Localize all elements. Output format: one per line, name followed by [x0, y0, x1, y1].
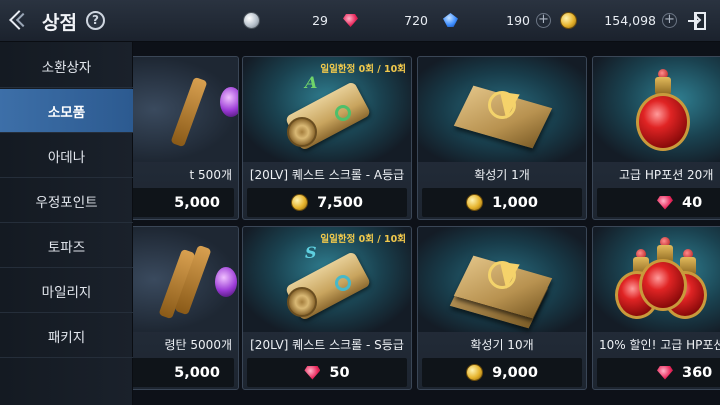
red-gem-icon	[657, 195, 673, 210]
sidebar-item-adena[interactable]: 아데나	[0, 134, 133, 178]
scroll-grade-letter: S	[305, 243, 317, 262]
add-gold-button[interactable]: +	[662, 13, 677, 28]
sidebar-item-consumables[interactable]: 소모품	[0, 89, 133, 133]
item-art	[133, 57, 238, 162]
price-bar: 50	[247, 358, 407, 387]
product-name: 10% 할인! 고급 HP포션 1	[599, 338, 720, 352]
product-card[interactable]: S 일일한정 0회 / 10회 [20LV] 퀘스트 스크롤 - S등급 50	[242, 226, 412, 390]
red-potion-icon	[593, 57, 720, 162]
product-name: 령탄 5000개	[164, 338, 232, 352]
product-price: 40	[682, 194, 703, 211]
sidebar-item-friendship-points[interactable]: 우정포인트	[0, 179, 133, 223]
product-name: [20LV] 퀘스트 스크롤 - S등급	[250, 338, 404, 352]
red-gem-icon	[343, 14, 358, 27]
product-name: 고급 HP포션 20개	[619, 168, 714, 182]
product-card[interactable]: 령탄 5000개 5,000	[133, 226, 239, 390]
product-price: 50	[329, 364, 350, 381]
gold-coin-icon	[466, 194, 484, 211]
product-price: 9,000	[492, 364, 538, 381]
price-bar: 1,000	[422, 188, 582, 217]
price-bar: 5,000	[133, 188, 234, 217]
silver-coin-count: 29	[312, 13, 328, 28]
megaphone-ticket-icon	[418, 227, 586, 332]
product-grid: t 500개 5,000 A 일일한정 0회 / 10회 [20LV] 퀘스트 …	[133, 42, 720, 405]
red-gem-count: 720	[404, 13, 428, 28]
product-card[interactable]: A 일일한정 0회 / 10회 [20LV] 퀘스트 스크롤 - A등급 7,5…	[242, 56, 412, 220]
product-card[interactable]: 확성기 1개 1,000	[417, 56, 587, 220]
add-blue-gem-button[interactable]: +	[536, 13, 551, 28]
gold-coin-icon	[466, 364, 484, 381]
product-card[interactable]: t 500개 5,000	[133, 56, 239, 220]
price-bar: 9,000	[422, 358, 582, 387]
silver-coin-icon	[243, 12, 260, 29]
product-name: t 500개	[189, 168, 232, 182]
top-bar: 상점 ? 29 720 190 + 154,098 +	[0, 0, 720, 42]
product-name: 확성기 1개	[474, 168, 530, 182]
product-card[interactable]: 확성기 10개 9,000	[417, 226, 587, 390]
blue-gem-icon	[443, 13, 458, 27]
exit-icon[interactable]	[688, 11, 708, 31]
product-card[interactable]: 10% 할인! 고급 HP포션 1 360	[592, 226, 720, 390]
help-icon[interactable]: ?	[86, 11, 105, 30]
product-name: 확성기 10개	[470, 338, 534, 352]
price-bar: 360	[597, 358, 720, 387]
blue-gem-count: 190	[506, 13, 530, 28]
price-bar: 5,000	[133, 358, 234, 387]
product-price: 1,000	[492, 194, 538, 211]
item-art	[133, 227, 238, 332]
red-gem-icon	[657, 365, 673, 380]
product-price: 7,500	[317, 194, 363, 211]
sidebar-item-summon-box[interactable]: 소환상자	[0, 44, 133, 88]
sidebar-item-package[interactable]: 패키지	[0, 314, 133, 358]
sidebar-item-mileage[interactable]: 마일리지	[0, 269, 133, 313]
daily-limit-label: 일일한정 0회 / 10회	[320, 234, 406, 245]
back-chevron-icon[interactable]	[8, 9, 31, 31]
gold-coin-icon	[560, 12, 577, 29]
sidebar-item-topaz[interactable]: 토파즈	[0, 224, 133, 268]
daily-limit-label: 일일한정 0회 / 10회	[320, 64, 406, 75]
product-price: 5,000	[174, 364, 220, 381]
scroll-grade-letter: A	[305, 73, 318, 92]
price-bar: 7,500	[247, 188, 407, 217]
product-price: 360	[682, 364, 713, 381]
category-sidebar: 소환상자 소모품 아데나 우정포인트 토파즈 마일리지 패키지	[0, 42, 133, 405]
red-potion-icon	[593, 227, 720, 332]
product-card[interactable]: 고급 HP포션 20개 40	[592, 56, 720, 220]
gold-coin-count: 154,098	[604, 13, 656, 28]
price-bar: 40	[597, 188, 720, 217]
megaphone-ticket-icon	[418, 57, 586, 162]
red-gem-icon	[304, 365, 321, 380]
page-title: 상점	[42, 12, 77, 34]
gold-coin-icon	[291, 194, 309, 211]
product-name: [20LV] 퀘스트 스크롤 - A등급	[249, 168, 405, 182]
product-price: 5,000	[174, 194, 220, 211]
